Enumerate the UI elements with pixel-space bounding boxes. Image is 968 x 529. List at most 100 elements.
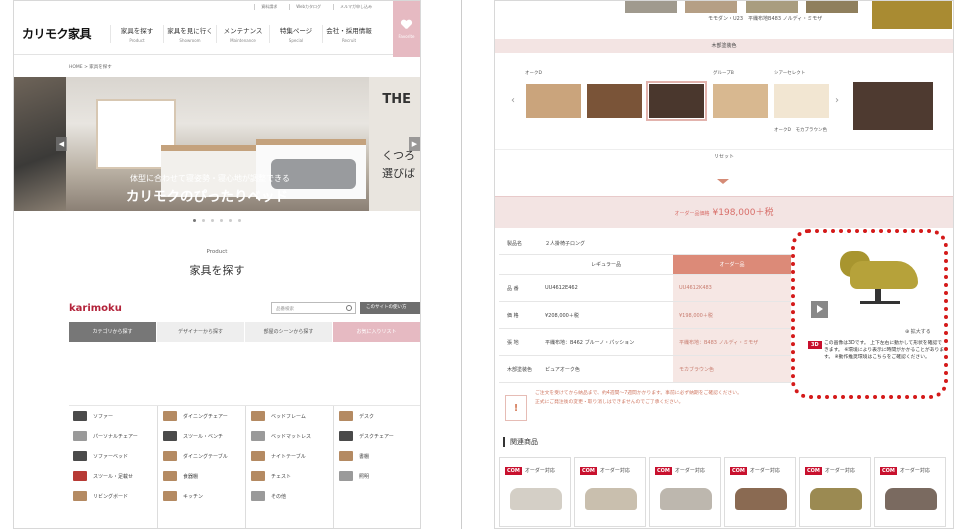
nav-label: 会社・採用情報 bbox=[326, 26, 372, 35]
favorite-button[interactable]: Favorite bbox=[393, 1, 420, 57]
related-product-card[interactable]: COM オーダー対応 bbox=[574, 457, 646, 527]
category-item[interactable]: スツール・足載せ bbox=[69, 466, 157, 486]
order-price-banner: オーダー品価格 ¥198,000＋税 bbox=[495, 196, 953, 228]
kitchen-icon bbox=[163, 491, 177, 501]
category-item[interactable]: 書棚 bbox=[335, 446, 420, 466]
nav-special[interactable]: 特集ページ Special bbox=[269, 24, 322, 43]
category-item[interactable]: デスク bbox=[335, 406, 420, 426]
brand-logo: karimoku bbox=[69, 302, 122, 314]
hero-carousel: 体型に合わせて寝姿勢・寝心地が調整できる カリモクのぴったりベッド THE くつ… bbox=[14, 77, 420, 211]
category-item[interactable]: リビングボード bbox=[69, 486, 157, 506]
category-item[interactable]: ナイトテーブル bbox=[247, 446, 335, 466]
category-item[interactable]: ダイニングチェアー bbox=[159, 406, 247, 426]
tab-room-scene[interactable]: 部屋のシーンから探す bbox=[245, 322, 333, 342]
related-product-card[interactable]: COM オーダー対応 bbox=[799, 457, 871, 527]
carousel-dot[interactable] bbox=[193, 218, 196, 222]
carousel-prev-button[interactable]: ◀ bbox=[56, 137, 67, 151]
spec-value-order: 平織布地：B483 ノルディ・ミモザ bbox=[673, 329, 791, 355]
spec-key: 張 地 bbox=[507, 339, 519, 346]
spec-value-order: ¥198,000＋税 bbox=[673, 302, 791, 328]
category-item[interactable]: パーソナルチェアー bbox=[69, 426, 157, 446]
how-to-use-button[interactable]: このサイトの使い方 bbox=[360, 302, 420, 314]
wood-color-swatch[interactable] bbox=[774, 84, 829, 118]
nav-maintenance[interactable]: メンテナンス Maintenance bbox=[216, 24, 269, 43]
carousel-dot[interactable] bbox=[211, 218, 214, 222]
category-item[interactable]: 食器棚 bbox=[159, 466, 247, 486]
newsletter-link[interactable]: メルマガ申し込み bbox=[333, 4, 372, 10]
wood-color-preview bbox=[853, 82, 933, 130]
category-item[interactable]: デスクチェアー bbox=[335, 426, 420, 446]
category-item[interactable]: チェスト bbox=[247, 466, 335, 486]
nav-recruit[interactable]: 会社・採用情報 Recruit bbox=[322, 24, 375, 43]
related-product-card[interactable]: COM オーダー対応 bbox=[649, 457, 721, 527]
wood-color-swatch[interactable] bbox=[713, 84, 768, 118]
tab-category[interactable]: カテゴリから探す bbox=[69, 322, 157, 342]
category-label: スツール・ベンチ bbox=[183, 433, 224, 440]
category-item[interactable]: ソファーベッド bbox=[69, 446, 157, 466]
other-icon bbox=[251, 491, 265, 501]
site-logo[interactable]: カリモク家具 bbox=[14, 25, 110, 42]
desk-chair-icon bbox=[339, 431, 353, 441]
wood-finish-header: 木部塗装色 bbox=[495, 39, 953, 53]
web-catalog-link[interactable]: Webカタログ bbox=[289, 4, 321, 10]
wood-color-swatch[interactable] bbox=[526, 84, 581, 118]
nav-showroom[interactable]: 家具を見に行く Showroom bbox=[163, 24, 216, 43]
product-image bbox=[810, 488, 862, 510]
product-image bbox=[885, 488, 937, 510]
carousel-dot[interactable] bbox=[202, 218, 205, 222]
bench-icon bbox=[163, 431, 177, 441]
category-item[interactable]: その他 bbox=[247, 486, 335, 506]
tab-favorite-list[interactable]: お気に入りリスト bbox=[333, 322, 420, 342]
section-title: 家具を探す bbox=[189, 264, 245, 277]
category-grid: ソファー パーソナルチェアー ソファーベッド スツール・足載せ リビングボード … bbox=[69, 405, 420, 528]
product-number-search-input[interactable]: 品番検索 bbox=[271, 302, 356, 314]
carousel-dot[interactable] bbox=[220, 218, 223, 222]
fabric-swatch[interactable] bbox=[625, 1, 677, 13]
spec-value-order: モカブラウン色 bbox=[673, 356, 791, 382]
chevron-right-icon[interactable]: › bbox=[835, 95, 839, 106]
nav-label: メンテナンス bbox=[223, 26, 263, 35]
wood-color-swatch-selected[interactable] bbox=[646, 81, 707, 121]
catalog-request-link[interactable]: 資料請求 bbox=[254, 4, 277, 10]
category-item[interactable]: ベッドフレーム bbox=[247, 406, 335, 426]
nav-sublabel: Recruit bbox=[341, 37, 357, 43]
category-item[interactable]: ダイニングテーブル bbox=[159, 446, 247, 466]
category-label: 食器棚 bbox=[183, 473, 199, 480]
bed-frame-icon bbox=[251, 411, 265, 421]
fabric-swatch[interactable] bbox=[806, 1, 858, 13]
chair-icon bbox=[73, 431, 87, 441]
com-badge: COM bbox=[655, 467, 672, 475]
nav-sublabel: Showroom bbox=[179, 37, 201, 43]
chevron-left-icon[interactable]: ‹ bbox=[511, 95, 515, 106]
hero-slide-image[interactable]: 体型に合わせて寝姿勢・寝心地が調整できる カリモクのぴったりベッド THE くつ… bbox=[66, 77, 420, 211]
dining-chair-icon bbox=[163, 411, 177, 421]
fabric-swatch[interactable] bbox=[746, 1, 798, 13]
category-item[interactable]: ベッドマットレス bbox=[247, 426, 335, 446]
spec-key: 価 格 bbox=[507, 312, 519, 319]
table-icon bbox=[163, 451, 177, 461]
reset-button[interactable]: リセット bbox=[495, 149, 953, 163]
carousel-next-button[interactable]: ▶ bbox=[409, 137, 420, 151]
related-product-card[interactable]: COM オーダー対応 bbox=[499, 457, 571, 527]
sofa-bed-icon bbox=[73, 451, 87, 461]
carousel-dot[interactable] bbox=[238, 218, 241, 222]
next-slide-title: THE bbox=[382, 92, 411, 107]
nav-label: 家具を見に行く bbox=[167, 26, 213, 35]
bookshelf-icon bbox=[339, 451, 353, 461]
search-icon[interactable] bbox=[346, 305, 352, 311]
wood-color-swatch[interactable] bbox=[587, 84, 642, 118]
carousel-dot[interactable] bbox=[229, 218, 232, 222]
selected-fabric-swatch[interactable] bbox=[872, 1, 952, 29]
category-item[interactable]: ソファー bbox=[69, 406, 157, 426]
related-product-card[interactable]: COM オーダー対応 bbox=[724, 457, 796, 527]
nav-product[interactable]: 家具を探す Product bbox=[110, 24, 163, 43]
tab-designer[interactable]: デザイナーから探す bbox=[157, 322, 245, 342]
category-item[interactable]: 照明 bbox=[335, 466, 420, 486]
fabric-swatch[interactable] bbox=[685, 1, 737, 13]
category-item[interactable]: キッチン bbox=[159, 486, 247, 506]
column-header-regular: レギュラー品 bbox=[590, 262, 621, 268]
category-item[interactable]: スツール・ベンチ bbox=[159, 426, 247, 446]
selected-color-caption: オークD モカブラウン色 bbox=[774, 128, 827, 133]
related-product-card[interactable]: COM オーダー対応 bbox=[874, 457, 946, 527]
spec-value-regular: UU4612E462 bbox=[545, 285, 578, 291]
